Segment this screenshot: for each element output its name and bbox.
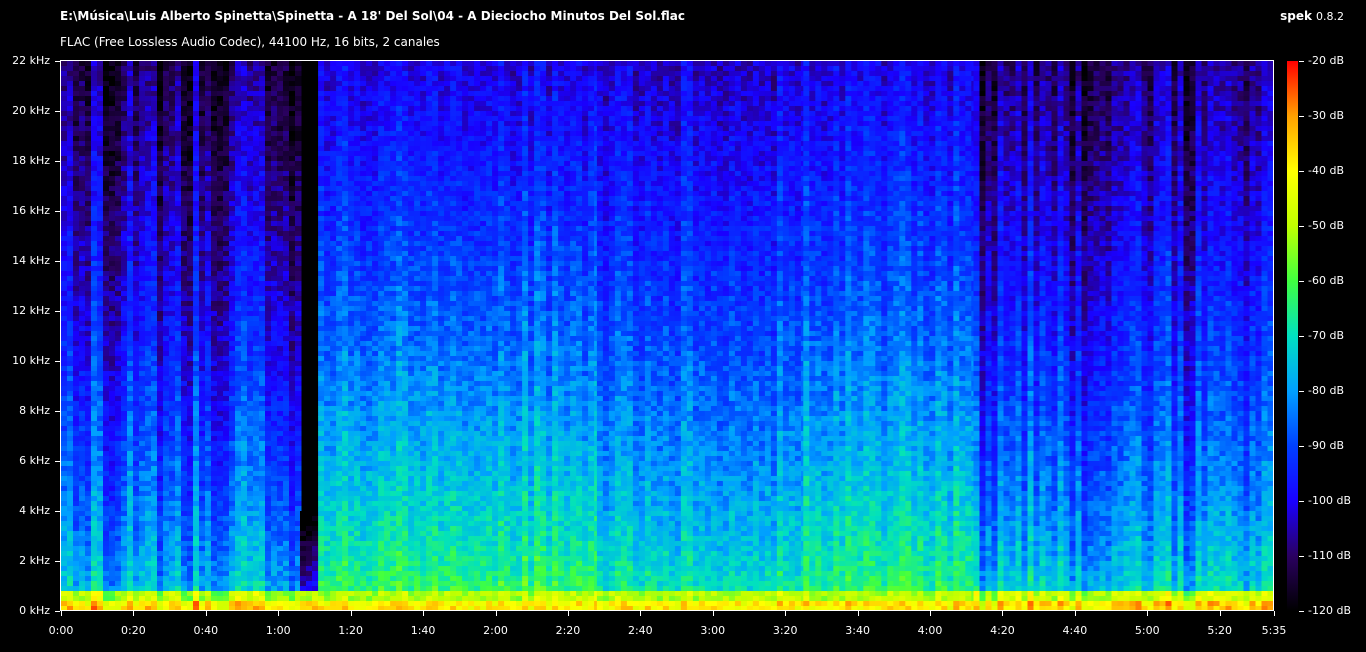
x-tick-label: 3:40 bbox=[845, 624, 870, 637]
y-tick-label: 22 kHz bbox=[12, 54, 50, 67]
x-tick-label: 0:00 bbox=[49, 624, 74, 637]
y-tick-label: 0 kHz bbox=[19, 604, 50, 617]
y-tick-label: 12 kHz bbox=[12, 304, 50, 317]
x-tick-mark bbox=[206, 611, 207, 616]
spectrogram-segment bbox=[61, 61, 302, 611]
y-tick-label: 10 kHz bbox=[12, 354, 50, 367]
colorbar-tick-mark bbox=[1299, 116, 1304, 117]
y-tick-mark bbox=[55, 361, 60, 362]
x-tick-mark bbox=[133, 611, 134, 616]
y-tick-mark bbox=[55, 561, 60, 562]
y-tick-mark bbox=[55, 511, 60, 512]
x-tick-label: 1:40 bbox=[411, 624, 436, 637]
x-tick-label: 2:20 bbox=[556, 624, 581, 637]
y-tick-mark bbox=[55, 461, 60, 462]
x-tick-mark bbox=[930, 611, 931, 616]
spectrogram-segment bbox=[597, 61, 808, 611]
y-tick-label: 20 kHz bbox=[12, 104, 50, 117]
x-tick-mark bbox=[351, 611, 352, 616]
colorbar-tick-mark bbox=[1299, 556, 1304, 557]
x-tick-label: 2:00 bbox=[483, 624, 508, 637]
x-tick-mark bbox=[278, 611, 279, 616]
colorbar-tick-label: -60 dB bbox=[1308, 274, 1344, 287]
colorbar-tick-label: -70 dB bbox=[1308, 329, 1344, 342]
colorbar-tick-mark bbox=[1299, 171, 1304, 172]
colorbar-tick-mark bbox=[1299, 501, 1304, 502]
colorbar-tick-label: -120 dB bbox=[1308, 604, 1351, 617]
x-tick-label: 4:40 bbox=[1062, 624, 1087, 637]
x-tick-label: 3:00 bbox=[700, 624, 725, 637]
y-tick-mark bbox=[55, 211, 60, 212]
x-tick-label: 0:20 bbox=[121, 624, 146, 637]
colorbar-tick-mark bbox=[1299, 226, 1304, 227]
colorbar-tick-mark bbox=[1299, 391, 1304, 392]
colorbar-tick-mark bbox=[1299, 611, 1304, 612]
y-tick-label: 4 kHz bbox=[19, 504, 50, 517]
x-tick-mark bbox=[713, 611, 714, 616]
x-tick-mark bbox=[1147, 611, 1148, 616]
y-tick-mark bbox=[55, 611, 60, 612]
x-tick-mark bbox=[61, 611, 62, 616]
y-tick-label: 18 kHz bbox=[12, 154, 50, 167]
app-name: spek bbox=[1280, 9, 1312, 23]
x-tick-mark bbox=[1274, 611, 1275, 616]
colorbar-tick-label: -30 dB bbox=[1308, 109, 1344, 122]
y-tick-label: 6 kHz bbox=[19, 454, 50, 467]
colorbar-tick-label: -50 dB bbox=[1308, 219, 1344, 232]
x-tick-mark bbox=[858, 611, 859, 616]
x-tick-mark bbox=[1002, 611, 1003, 616]
x-tick-label: 5:35 bbox=[1262, 624, 1287, 637]
app-version: 0.8.2 bbox=[1316, 10, 1344, 23]
x-tick-label: 1:20 bbox=[338, 624, 363, 637]
spectrogram-segment bbox=[974, 61, 1275, 611]
colorbar-tick-mark bbox=[1299, 281, 1304, 282]
colorbar-tick-label: -90 dB bbox=[1308, 439, 1344, 452]
spectrogram-plot bbox=[61, 61, 1274, 611]
y-tick-mark bbox=[55, 411, 60, 412]
y-tick-mark bbox=[55, 261, 60, 262]
x-tick-label: 5:00 bbox=[1135, 624, 1160, 637]
colorbar-tick-mark bbox=[1299, 336, 1304, 337]
y-tick-label: 8 kHz bbox=[19, 404, 50, 417]
x-tick-mark bbox=[640, 611, 641, 616]
y-tick-label: 16 kHz bbox=[12, 204, 50, 217]
format-info: FLAC (Free Lossless Audio Codec), 44100 … bbox=[60, 35, 440, 49]
x-tick-mark bbox=[785, 611, 786, 616]
x-tick-label: 3:20 bbox=[773, 624, 798, 637]
y-tick-mark bbox=[55, 161, 60, 162]
x-tick-label: 1:00 bbox=[266, 624, 291, 637]
x-tick-label: 0:40 bbox=[193, 624, 218, 637]
x-tick-mark bbox=[496, 611, 497, 616]
x-tick-label: 4:20 bbox=[990, 624, 1015, 637]
x-tick-mark bbox=[423, 611, 424, 616]
colorbar-tick-mark bbox=[1299, 446, 1304, 447]
y-tick-mark bbox=[55, 61, 60, 62]
app-badge: spek 0.8.2 bbox=[1280, 9, 1344, 23]
x-tick-mark bbox=[568, 611, 569, 616]
spectrogram-segment bbox=[803, 61, 978, 611]
spectrogram-svg bbox=[61, 61, 1274, 611]
colorbar-tick-label: -80 dB bbox=[1308, 384, 1344, 397]
colorbar-tick-mark bbox=[1299, 61, 1304, 62]
x-tick-label: 2:40 bbox=[628, 624, 653, 637]
spectrogram-segment bbox=[318, 61, 600, 611]
y-tick-mark bbox=[55, 111, 60, 112]
colorbar-tick-label: -110 dB bbox=[1308, 549, 1351, 562]
y-tick-label: 2 kHz bbox=[19, 554, 50, 567]
colorbar bbox=[1287, 61, 1298, 611]
colorbar-tick-label: -40 dB bbox=[1308, 164, 1344, 177]
x-tick-mark bbox=[1075, 611, 1076, 616]
x-tick-label: 5:20 bbox=[1207, 624, 1232, 637]
colorbar-tick-label: -20 dB bbox=[1308, 54, 1344, 67]
colorbar-tick-label: -100 dB bbox=[1308, 494, 1351, 507]
x-tick-label: 4:00 bbox=[918, 624, 943, 637]
y-tick-label: 14 kHz bbox=[12, 254, 50, 267]
x-tick-mark bbox=[1220, 611, 1221, 616]
y-tick-mark bbox=[55, 311, 60, 312]
file-title: E:\Música\Luis Alberto Spinetta\Spinetta… bbox=[60, 9, 685, 23]
